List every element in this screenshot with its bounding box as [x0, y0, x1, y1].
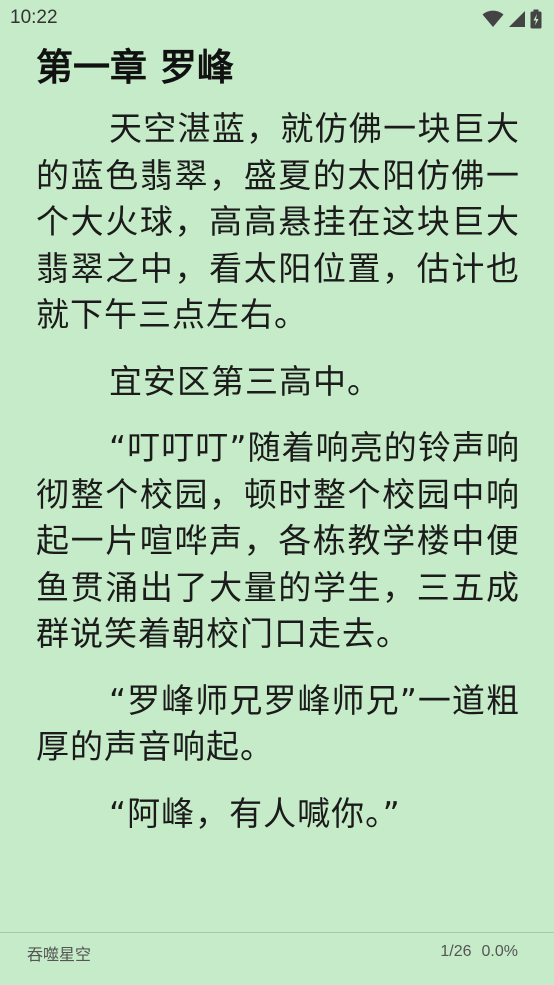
reader-footer: 吞噬星空 1/26 0.0%: [0, 932, 554, 985]
paragraph: “叮叮叮”随着响亮的铃声响彻整个校园，顿时整个校园中响起一片喧哗声，各栋教学楼中…: [36, 428, 520, 653]
battery-icon: [530, 9, 542, 29]
signal-icon: [509, 11, 525, 27]
book-title: 吞噬星空: [27, 945, 92, 964]
paragraph: 宜安区第三高中。: [109, 361, 381, 401]
progress-percent: 0.0%: [481, 943, 518, 960]
status-icons: [482, 9, 542, 29]
chapter-title: 第一章 罗峰: [36, 46, 234, 89]
wifi-icon: [482, 10, 504, 27]
page-indicator: 1/26: [440, 943, 472, 960]
status-bar: 10:22: [0, 0, 554, 38]
paragraph: “罗峰师兄罗峰师兄”一道粗厚的声音响起。: [36, 680, 520, 767]
reading-progress: 1/26 0.0%: [440, 943, 518, 961]
paragraph: 天空湛蓝，就仿佛一块巨大的蓝色翡翠，盛夏的太阳仿佛一个大火球，高高悬挂在这块巨大…: [36, 109, 520, 334]
paragraph: “阿峰，有人喊你。”: [109, 793, 401, 833]
status-time: 10:22: [10, 7, 58, 28]
reader-content[interactable]: 第一章 罗峰 天空湛蓝，就仿佛一块巨大的蓝色翡翠，盛夏的太阳仿佛一个大火球，高高…: [36, 38, 520, 857]
